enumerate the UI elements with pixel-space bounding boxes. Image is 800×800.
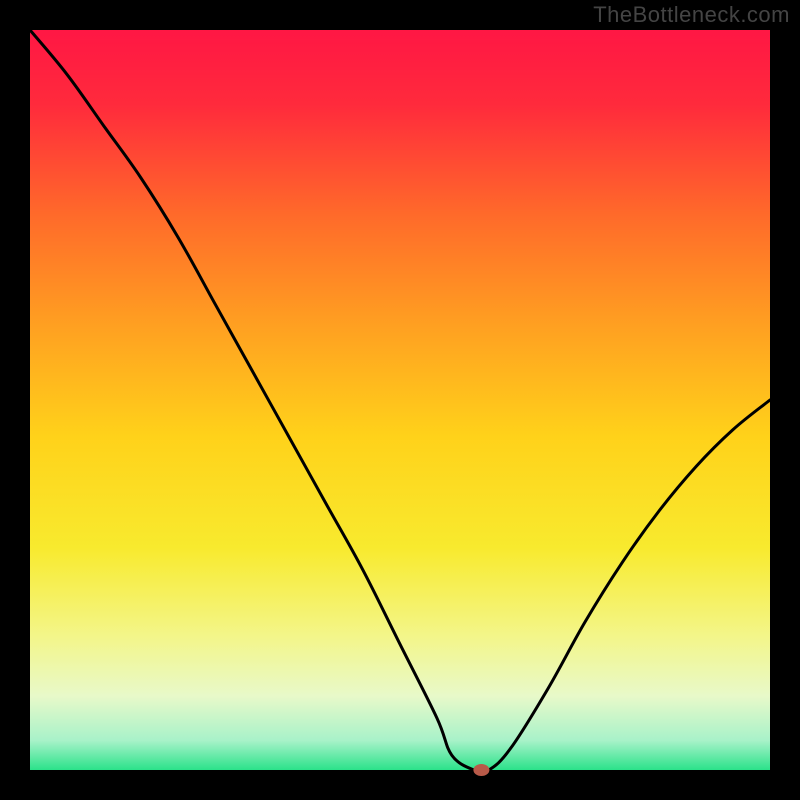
plot-background: [30, 30, 770, 770]
watermark-text: TheBottleneck.com: [593, 2, 790, 28]
bottleneck-chart: [0, 0, 800, 800]
chart-frame: TheBottleneck.com: [0, 0, 800, 800]
optimal-marker: [473, 764, 489, 776]
